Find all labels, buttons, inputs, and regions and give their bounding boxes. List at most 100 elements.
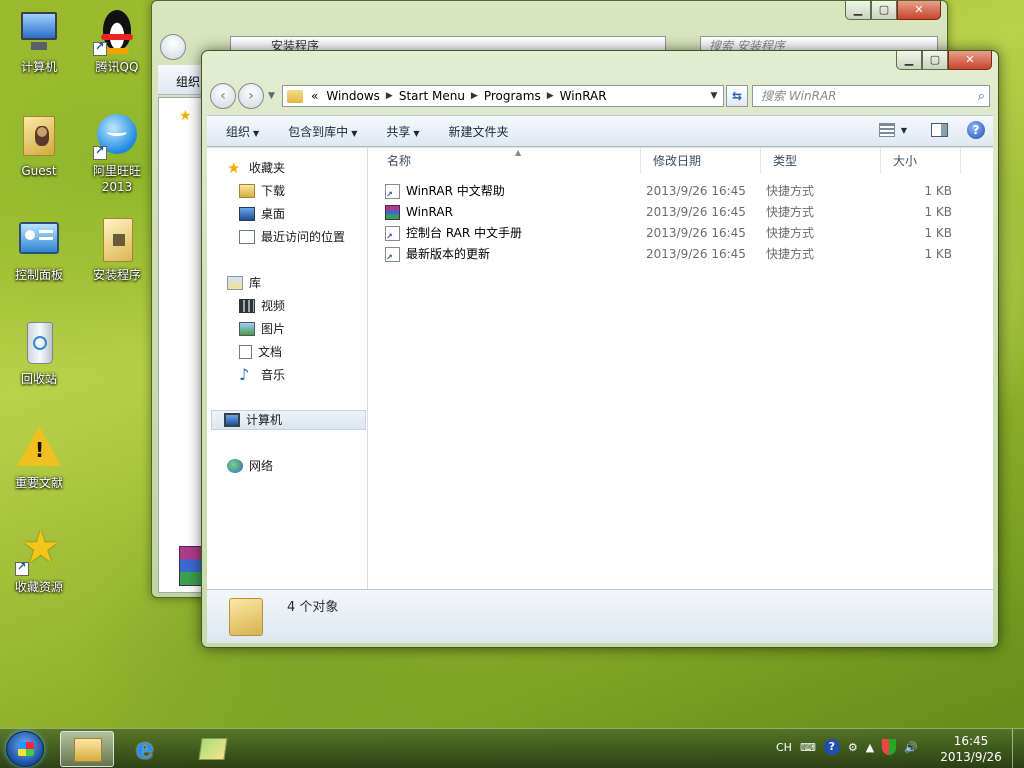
file-row[interactable]: ↗ 最新版本的更新 2013/9/26 16:45 快捷方式 1 KB bbox=[383, 244, 983, 265]
show-desktop-button[interactable] bbox=[1012, 729, 1024, 768]
file-size: 1 KB bbox=[924, 205, 952, 219]
nav-desktop[interactable]: 桌面 bbox=[239, 204, 285, 224]
file-modified: 2013/9/26 16:45 bbox=[646, 226, 746, 240]
bg-minimize-button[interactable]: ▁ bbox=[845, 1, 871, 20]
breadcrumb-overflow[interactable]: « bbox=[311, 89, 318, 103]
view-chevron-down-icon[interactable]: ▼ bbox=[901, 126, 907, 135]
maximize-button[interactable]: ▢ bbox=[922, 51, 948, 70]
forward-button[interactable]: › bbox=[238, 83, 264, 109]
file-type: 快捷方式 bbox=[766, 226, 815, 240]
new-folder-button[interactable]: 新建文件夹 bbox=[449, 123, 509, 140]
breadcrumb-start-menu[interactable]: Start Menu bbox=[399, 89, 465, 103]
desktop-icon-aliwangwang[interactable]: 阿里旺旺 2013 bbox=[80, 112, 154, 195]
column-header-type[interactable]: 类型 bbox=[761, 148, 881, 174]
desktop-icon-favorites[interactable]: ★ 收藏资源 bbox=[2, 524, 76, 595]
file-modified: 2013/9/26 16:45 bbox=[646, 184, 746, 198]
share-button[interactable]: 共享 ▼ bbox=[386, 123, 419, 140]
app-icon bbox=[198, 738, 228, 760]
refresh-button[interactable]: ⇆ bbox=[726, 85, 748, 107]
desktop-icon-guest[interactable]: Guest bbox=[2, 112, 76, 179]
computer-icon bbox=[224, 413, 240, 427]
security-shield-icon[interactable] bbox=[882, 739, 897, 755]
column-header-name[interactable]: 名称 ▲ bbox=[375, 148, 641, 174]
video-icon bbox=[239, 299, 255, 313]
include-in-library-button[interactable]: 包含到库中 ▼ bbox=[288, 123, 357, 140]
clock-date: 2013/9/26 bbox=[940, 750, 1002, 764]
address-dropdown-icon[interactable]: ▼ bbox=[705, 86, 723, 106]
nav-videos[interactable]: 视频 bbox=[239, 296, 285, 316]
taskbar-explorer-button[interactable] bbox=[60, 731, 114, 767]
nav-label: 计算机 bbox=[246, 413, 283, 427]
desktop-icon-qq[interactable]: 腾讯QQ bbox=[80, 8, 154, 75]
search-icon[interactable]: ⌕ bbox=[978, 87, 985, 107]
nav-libraries[interactable]: 库 bbox=[227, 273, 261, 293]
file-modified: 2013/9/26 16:45 bbox=[646, 205, 746, 219]
preview-pane-icon[interactable] bbox=[931, 123, 948, 137]
column-header-modified[interactable]: 修改日期 bbox=[641, 148, 761, 174]
input-tool-icon[interactable]: ⚙ bbox=[848, 741, 858, 754]
help-tray-icon[interactable]: ? bbox=[823, 739, 840, 755]
taskbar: e CH ⌨ ? ⚙ ▲ 🔊 16:45 2013/9/26 bbox=[0, 728, 1024, 768]
language-indicator[interactable]: CH bbox=[776, 741, 792, 754]
desktop-icon-install[interactable]: 安装程序 bbox=[80, 216, 154, 283]
file-row[interactable]: ↗ 控制台 RAR 中文手册 2013/9/26 16:45 快捷方式 1 KB bbox=[383, 223, 983, 244]
file-row[interactable]: ↗ WinRAR 中文帮助 2013/9/26 16:45 快捷方式 1 KB bbox=[383, 181, 983, 202]
desktop-icon-label: 腾讯QQ bbox=[95, 60, 139, 74]
start-button[interactable] bbox=[6, 731, 44, 767]
nav-documents[interactable]: 文档 bbox=[239, 342, 282, 362]
file-row[interactable]: WinRAR 2013/9/26 16:45 快捷方式 1 KB bbox=[383, 202, 983, 223]
chevron-right-icon[interactable]: ▶ bbox=[547, 91, 554, 101]
desktop-icon bbox=[239, 207, 255, 221]
back-button[interactable]: ‹ bbox=[210, 83, 236, 109]
system-tray: CH ⌨ ? ⚙ ▲ 🔊 bbox=[776, 739, 926, 755]
nav-network[interactable]: 网络 bbox=[227, 456, 273, 476]
explorer-window-winrar[interactable]: ▁ ▢ ✕ ‹ › ▼ « Windows ▶ Start Menu ▶ Pro… bbox=[201, 50, 999, 648]
nav-recent-places[interactable]: 最近访问的位置 bbox=[239, 227, 345, 247]
keyboard-icon[interactable]: ⌨ bbox=[800, 741, 816, 754]
folder-icon bbox=[229, 598, 263, 636]
chevron-right-icon[interactable]: ▶ bbox=[471, 91, 478, 101]
show-hidden-icons-chevron-icon[interactable]: ▲ bbox=[866, 741, 874, 754]
breadcrumb-programs[interactable]: Programs bbox=[484, 89, 541, 103]
recycle-bin-icon bbox=[15, 320, 63, 368]
chevron-right-icon[interactable]: ▶ bbox=[386, 91, 393, 101]
taskbar-ie-button[interactable]: e bbox=[124, 731, 178, 767]
help-shortcut-icon: ↗ bbox=[385, 184, 400, 199]
nav-music[interactable]: ♪ 音乐 bbox=[239, 365, 285, 385]
volume-icon[interactable]: 🔊 bbox=[904, 741, 918, 754]
minimize-button[interactable]: ▁ bbox=[896, 51, 922, 70]
clock[interactable]: 16:45 2013/9/26 bbox=[938, 733, 1004, 765]
column-header-size[interactable]: 大小 bbox=[881, 148, 961, 174]
nav-pictures[interactable]: 图片 bbox=[239, 319, 285, 339]
folder-icon bbox=[93, 216, 141, 264]
warning-icon: ! bbox=[15, 424, 63, 472]
breadcrumb-winrar[interactable]: WinRAR bbox=[560, 89, 607, 103]
desktop-icon-recycle-bin[interactable]: 回收站 bbox=[2, 320, 76, 387]
close-button[interactable]: ✕ bbox=[948, 51, 992, 70]
view-options-icon[interactable] bbox=[878, 123, 895, 137]
bg-maximize-button[interactable]: ▢ bbox=[871, 1, 897, 20]
bg-close-button[interactable]: ✕ bbox=[897, 1, 941, 20]
desktop-icon-label: 阿里旺旺 2013 bbox=[92, 164, 141, 194]
recent-pages-chevron-icon[interactable]: ▼ bbox=[268, 91, 275, 101]
file-name: WinRAR bbox=[406, 205, 453, 219]
file-size: 1 KB bbox=[924, 247, 952, 261]
explorer-folder-icon bbox=[74, 738, 102, 762]
desktop-icon-important-docs[interactable]: ! 重要文献 bbox=[2, 424, 76, 491]
help-icon[interactable]: ? bbox=[967, 121, 985, 139]
nav-downloads[interactable]: 下载 bbox=[239, 181, 285, 201]
desktop-icon-control-panel[interactable]: 控制面板 bbox=[2, 216, 76, 283]
address-bar[interactable]: « Windows ▶ Start Menu ▶ Programs ▶ WinR… bbox=[282, 85, 724, 107]
desktop-icon-computer[interactable]: 计算机 bbox=[2, 8, 76, 75]
search-input[interactable]: 搜索 WinRAR ⌕ bbox=[752, 85, 990, 107]
nav-label: 文档 bbox=[258, 345, 283, 359]
breadcrumb-windows[interactable]: Windows bbox=[326, 89, 380, 103]
qq-penguin-icon bbox=[93, 8, 141, 56]
bg-back-button[interactable] bbox=[160, 34, 186, 60]
shortcut-arrow-icon bbox=[93, 144, 107, 160]
nav-favorites[interactable]: ★ 收藏夹 bbox=[227, 158, 285, 178]
desktop-icon-label: 安装程序 bbox=[92, 268, 141, 282]
taskbar-app-button[interactable] bbox=[186, 731, 240, 767]
organize-button[interactable]: 组织 ▼ bbox=[226, 123, 259, 140]
nav-computer[interactable]: 计算机 bbox=[211, 410, 366, 430]
